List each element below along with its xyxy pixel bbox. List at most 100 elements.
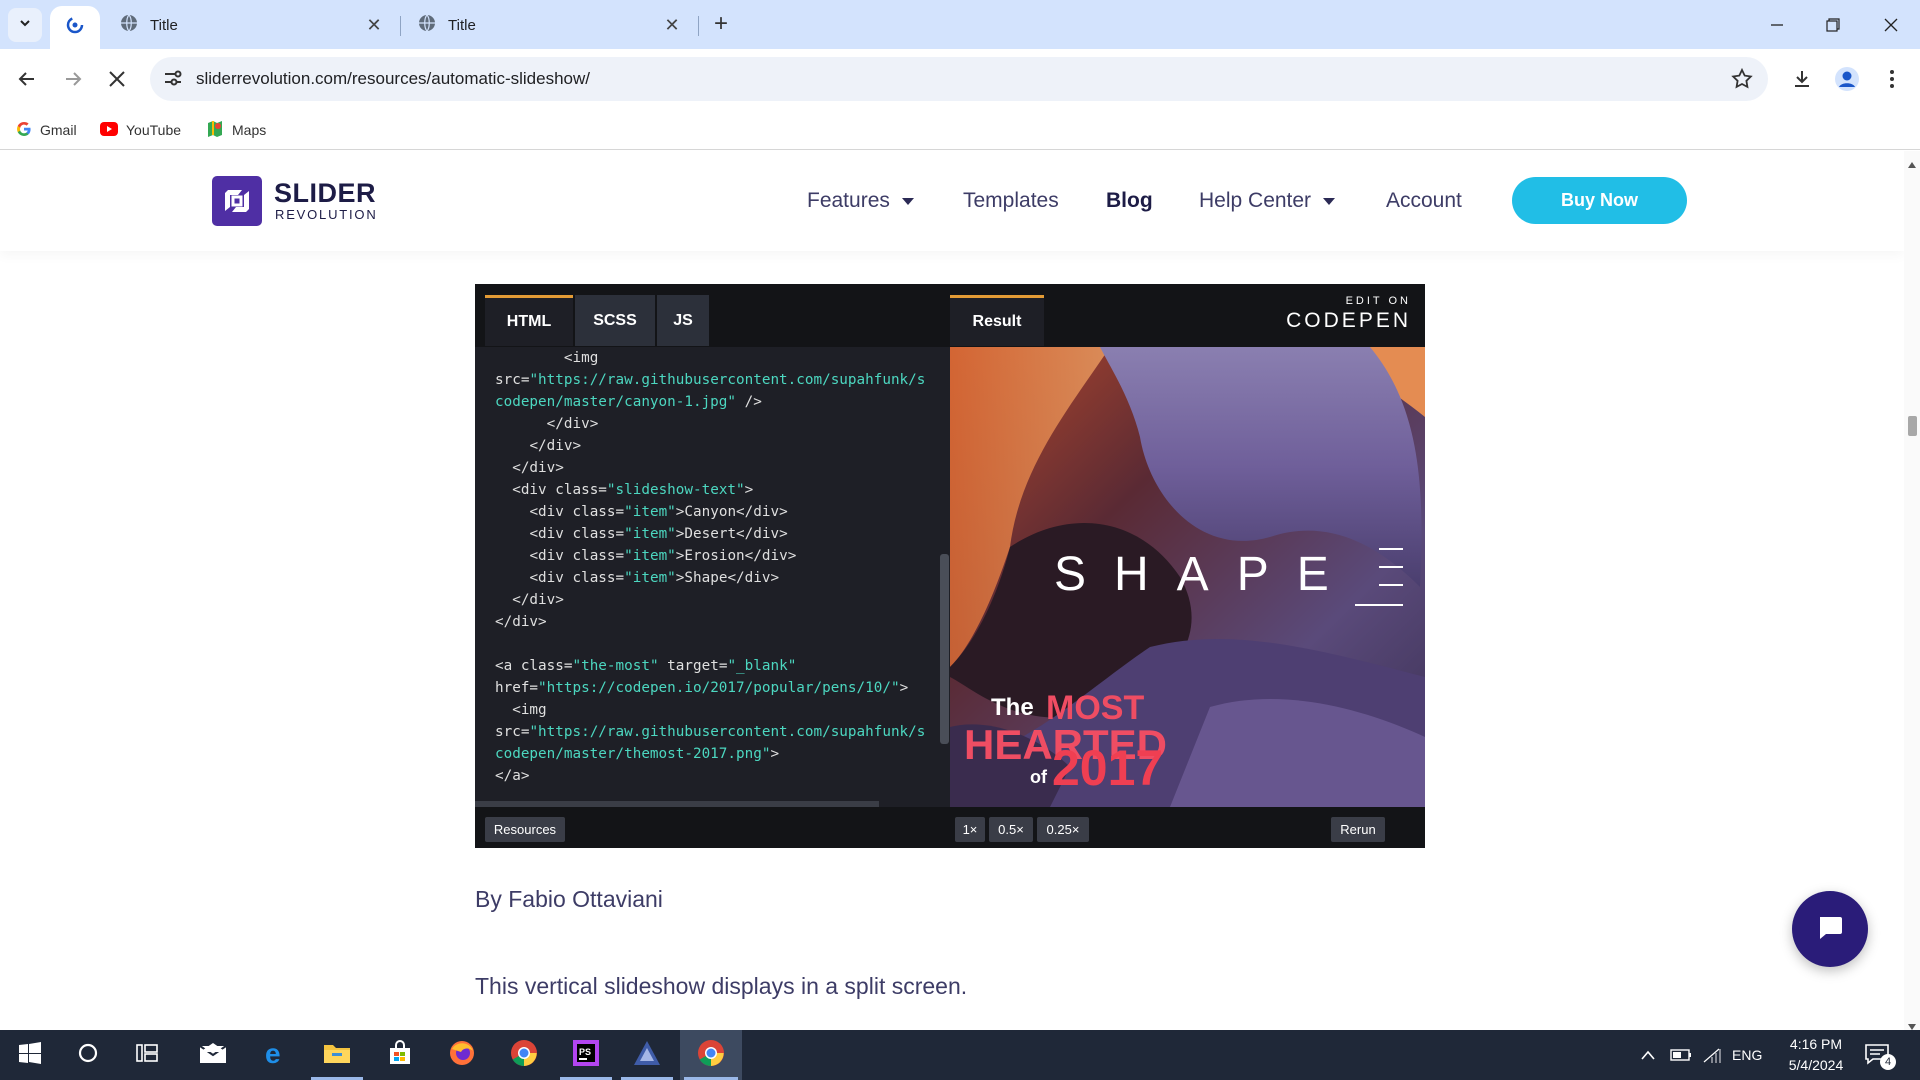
logo-wordmark[interactable]: SLIDER — [274, 178, 376, 209]
nav-help-center[interactable]: Help Center — [1199, 189, 1336, 213]
code-line: codepen/master/canyon-1.jpg" /> — [495, 391, 951, 413]
clock[interactable]: 4:16 PM 5/4/2024 — [1776, 1034, 1856, 1076]
zoom-1x-button[interactable]: 1× — [955, 817, 985, 842]
close-icon[interactable]: ✕ — [662, 15, 682, 36]
tab-divider — [400, 16, 401, 36]
page-scrollbar-thumb[interactable] — [1908, 416, 1917, 436]
rerun-button[interactable]: Rerun — [1331, 817, 1385, 842]
code-token: > — [770, 746, 780, 762]
restore-button[interactable] — [1804, 0, 1862, 49]
search-button[interactable] — [58, 1030, 118, 1080]
buy-now-button[interactable]: Buy Now — [1512, 177, 1687, 224]
code-token: <a — [495, 658, 521, 674]
code-token: <img — [563, 350, 599, 366]
taskbar-chrome[interactable] — [494, 1030, 554, 1080]
code-vertical-scrollbar[interactable] — [940, 554, 949, 744]
back-button[interactable] — [10, 62, 44, 96]
resources-button[interactable]: Resources — [485, 817, 565, 842]
profile-avatar-icon[interactable] — [1832, 64, 1862, 94]
zoom-0-5x-button[interactable]: 0.5× — [989, 817, 1033, 842]
nav-account[interactable]: Account — [1386, 189, 1462, 213]
tab-scss[interactable]: SCSS — [575, 295, 655, 346]
browser-menu-icon[interactable] — [1877, 64, 1907, 94]
nav-features[interactable]: Features — [807, 189, 914, 213]
taskbar-mail[interactable] — [183, 1030, 243, 1080]
taskbar-firefox[interactable] — [432, 1030, 492, 1080]
site-info-icon[interactable] — [162, 67, 184, 94]
page-scrollbar[interactable] — [1904, 151, 1920, 1030]
code-token: src= — [495, 724, 530, 740]
bookmark-star-icon[interactable] — [1730, 67, 1754, 96]
clock-time: 4:16 PM — [1789, 1036, 1843, 1052]
taskbar-edge[interactable]: e — [246, 1030, 306, 1080]
tab-search-button[interactable] — [8, 8, 42, 42]
chat-button[interactable] — [1792, 891, 1868, 967]
code-token: <div — [529, 548, 573, 564]
codepen-logo: CODEPEN — [1286, 309, 1411, 332]
tab-html[interactable]: HTML — [485, 295, 573, 346]
slider-revolution-logo-icon[interactable] — [212, 176, 262, 226]
code-token: </div> — [495, 614, 547, 630]
bookmark-gmail[interactable]: Gmail — [16, 118, 77, 142]
result-preview[interactable]: SHAPE The MOST HEARTED of 2017 — [950, 347, 1425, 807]
hamburger-menu-icon[interactable] — [1353, 547, 1405, 614]
code-line: <div class="item">Desert</div> — [495, 523, 951, 545]
taskbar-file-explorer[interactable] — [307, 1030, 367, 1080]
bookmark-youtube[interactable]: YouTube — [100, 118, 181, 142]
taskbar-phpstorm[interactable]: PS — [556, 1030, 616, 1080]
edit-on-codepen-link[interactable]: EDIT ON CODEPEN — [1286, 295, 1411, 333]
taskbar-app-triangle[interactable] — [617, 1030, 677, 1080]
stop-loading-button[interactable] — [100, 62, 134, 96]
zoom-0-25x-button[interactable]: 0.25× — [1037, 817, 1089, 842]
bookmark-label: Maps — [232, 122, 267, 138]
code-token: > — [744, 482, 754, 498]
code-token: class= — [572, 570, 625, 586]
code-line: <div class="item">Canyon</div> — [495, 501, 951, 523]
code-line: <a class="the-most" target="_blank" — [495, 655, 951, 677]
taskbar-chrome-active[interactable] — [680, 1030, 742, 1080]
show-hidden-icons[interactable] — [1640, 1030, 1656, 1080]
address-bar[interactable]: sliderrevolution.com/resources/automatic… — [150, 57, 1768, 101]
forward-button[interactable] — [56, 62, 90, 96]
code-token: codepen/master/themost-2017.png" — [495, 746, 771, 762]
start-button[interactable] — [0, 1030, 60, 1080]
code-line: </div> — [495, 611, 951, 633]
nav-label: Account — [1386, 189, 1462, 212]
bookmark-maps[interactable]: Maps — [206, 118, 266, 142]
taskbar-store[interactable] — [370, 1030, 430, 1080]
windows-taskbar: e PS ENG 4:16 PM 5/4/2024 4 — [0, 1030, 1920, 1080]
store-icon — [387, 1039, 413, 1071]
close-window-button[interactable] — [1862, 0, 1920, 49]
code-token: </a> — [495, 768, 530, 784]
tab-title: Title — [448, 16, 476, 34]
code-line: </a> — [495, 765, 951, 787]
html-code-editor[interactable]: <img src="https://raw.githubusercontent.c… — [475, 347, 951, 807]
nav-blog[interactable]: Blog — [1106, 189, 1153, 213]
language-indicator[interactable]: ENG — [1732, 1030, 1762, 1080]
minimize-button[interactable] — [1748, 0, 1806, 49]
close-icon[interactable]: ✕ — [364, 15, 384, 36]
pinned-tab[interactable] — [50, 6, 100, 49]
new-tab-button[interactable]: + — [708, 10, 734, 40]
nav-templates[interactable]: Templates — [963, 189, 1059, 213]
codepen-embed: HTML SCSS JS Result EDIT ON CODEPEN <img… — [475, 284, 1425, 848]
svg-text:e: e — [265, 1040, 281, 1066]
tab-result[interactable]: Result — [950, 295, 1044, 346]
code-token: class= — [572, 526, 625, 542]
notifications-button[interactable]: 4 — [1864, 1030, 1896, 1080]
bookmarks-bar: Gmail YouTube Maps — [0, 110, 1920, 150]
scroll-up-icon[interactable] — [1908, 155, 1916, 173]
most-hearted-badge[interactable]: The MOST HEARTED of 2017 — [964, 677, 1204, 796]
triangle-app-icon — [633, 1040, 661, 1071]
battery-icon[interactable] — [1670, 1030, 1692, 1080]
task-view-button[interactable] — [118, 1030, 178, 1080]
tab-2[interactable]: Title ✕ — [402, 8, 692, 42]
wifi-icon[interactable] — [1702, 1030, 1722, 1080]
download-icon[interactable] — [1787, 64, 1817, 94]
tab-1[interactable]: Title ✕ — [104, 8, 394, 42]
code-token: class= — [572, 548, 625, 564]
tab-js[interactable]: JS — [657, 295, 709, 346]
